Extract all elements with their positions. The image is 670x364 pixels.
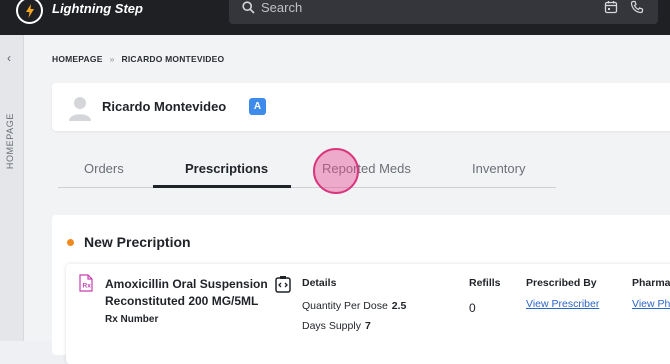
prescription-card[interactable]: Rx Amoxicillin Oral Suspension Reconstit…: [66, 264, 670, 364]
breadcrumb-home[interactable]: HOMEPAGE: [52, 54, 103, 64]
tab-bar: Orders Prescriptions Reported Meds Inven…: [58, 152, 556, 188]
lightning-logo-icon[interactable]: [16, 0, 43, 24]
chevron-left-icon[interactable]: ‹: [7, 51, 11, 65]
details-code-icon[interactable]: [275, 275, 291, 298]
patient-header-card: Ricardo Montevideo A: [52, 83, 670, 131]
breadcrumb-current: RICARDO MONTEVIDEO: [121, 54, 225, 64]
top-bar: Lightning Step: [0, 0, 670, 35]
search-input[interactable]: [261, 0, 561, 15]
prescribed-by-heading: Prescribed By: [526, 277, 597, 289]
pharmacy-heading: Pharma: [632, 277, 670, 289]
svg-text:Rx: Rx: [83, 283, 92, 290]
quantity-per-dose: Quantity Per Dose 2.5: [302, 300, 406, 312]
phone-icon[interactable]: [630, 0, 644, 19]
breadcrumb: HOMEPAGE » RICARDO MONTEVIDEO: [52, 54, 224, 64]
new-prescription-panel: New Precription Rx Amoxicillin Oral Susp…: [52, 215, 670, 364]
search-icon: [242, 1, 255, 19]
days-supply-label: Days Supply: [302, 320, 361, 332]
calendar-icon[interactable]: [604, 0, 618, 19]
app-title: Lightning Step: [52, 1, 143, 16]
side-rail-label[interactable]: HOMEPAGE: [5, 113, 15, 169]
tab-orders[interactable]: Orders: [84, 161, 124, 176]
main-content: HOMEPAGE » RICARDO MONTEVIDEO Ricardo Mo…: [24, 35, 670, 364]
tab-prescriptions[interactable]: Prescriptions: [185, 161, 268, 176]
view-prescriber-link[interactable]: View Prescriber: [526, 298, 599, 310]
refills-value: 0: [469, 301, 476, 315]
status-badge: A: [249, 98, 266, 115]
breadcrumb-separator: »: [109, 54, 115, 64]
search-bar[interactable]: [229, 0, 658, 24]
prescription-document-icon: Rx: [79, 274, 93, 297]
days-supply: Days Supply 7: [302, 320, 371, 332]
section-title: New Precription: [84, 234, 191, 250]
tab-inventory[interactable]: Inventory: [472, 161, 525, 176]
details-heading: Details: [302, 277, 337, 289]
avatar: [68, 95, 92, 121]
patient-name: Ricardo Montevideo: [102, 99, 227, 114]
click-indicator: [313, 148, 359, 194]
quantity-label: Quantity Per Dose: [302, 300, 388, 312]
days-supply-value: 7: [364, 320, 371, 332]
quantity-value: 2.5: [391, 300, 407, 312]
side-rail: ‹ HOMEPAGE: [0, 35, 24, 341]
rx-number-label: Rx Number: [105, 314, 159, 325]
medication-name: Amoxicillin Oral Suspension Reconstitute…: [105, 277, 268, 308]
status-dot: [67, 239, 74, 246]
view-pharmacy-link[interactable]: View Ph: [632, 298, 670, 310]
active-tab-indicator: [153, 185, 291, 188]
refills-heading: Refills: [469, 277, 501, 289]
